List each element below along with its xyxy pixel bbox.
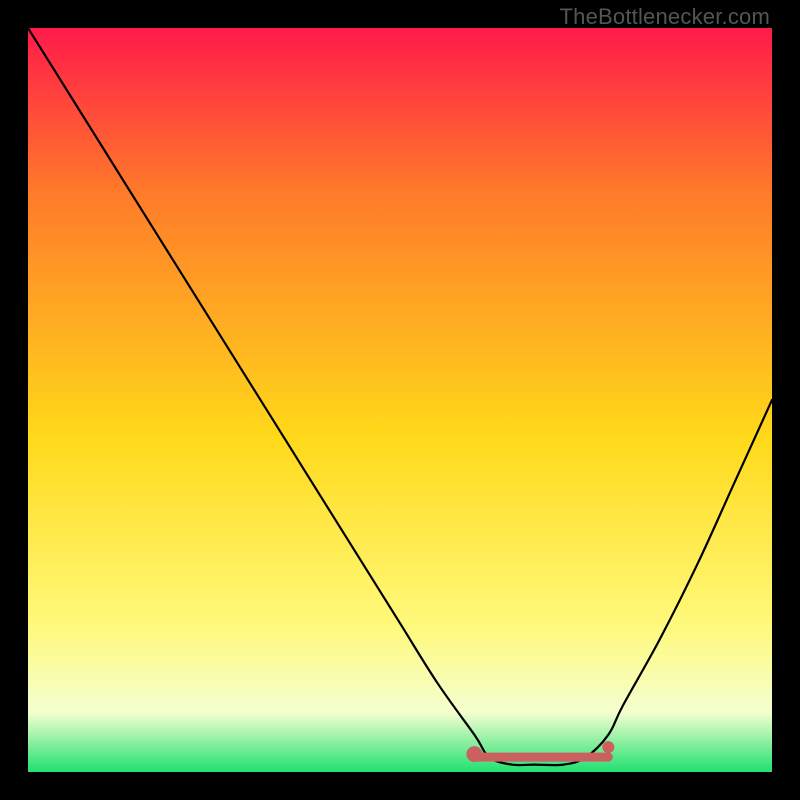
curve-path (28, 28, 772, 765)
optimal-range-start-dot (466, 746, 482, 762)
chart-frame: TheBottleneсker.com (0, 0, 800, 800)
optimal-range-end-dot (602, 741, 614, 753)
watermark-text: TheBottleneсker.com (560, 4, 770, 30)
plot-area (28, 28, 772, 772)
bottleneck-curve (28, 28, 772, 772)
